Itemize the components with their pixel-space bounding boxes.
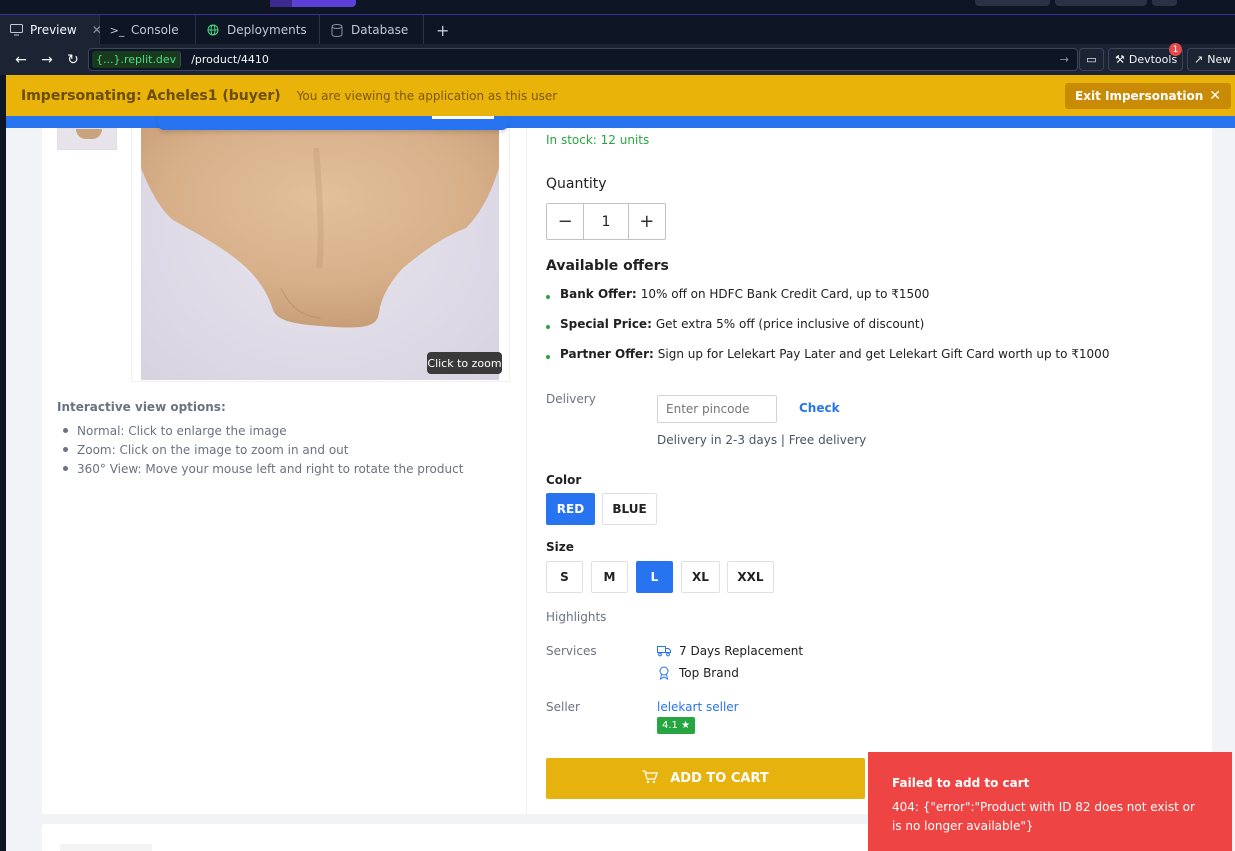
seller-rating-badge: 4.1 ★ [657, 717, 696, 734]
service-text: 7 Days Replacement [679, 644, 804, 658]
image-toolbar-overlay [158, 116, 508, 130]
add-tab-button[interactable]: + [424, 15, 461, 45]
add-to-cart-label: ADD TO CART [670, 771, 769, 786]
back-icon[interactable]: ← [8, 47, 34, 73]
size-option-xl[interactable]: XL [681, 561, 720, 593]
go-arrow-icon[interactable]: → [1060, 53, 1069, 66]
highlights-label: Highlights [546, 610, 607, 624]
tab-console[interactable]: >_ Console [100, 15, 196, 45]
top-control[interactable] [975, 0, 1050, 6]
tab-label: Preview [30, 23, 77, 37]
window-top-strip [0, 0, 1235, 14]
services-label: Services [546, 644, 597, 658]
cart-icon [642, 769, 659, 788]
interactive-view-list: Normal: Click to enlarge the image Zoom:… [57, 421, 463, 478]
exit-label: Exit Impersonation [1075, 89, 1204, 103]
exit-impersonation-button[interactable]: Exit Impersonation ✕ [1065, 83, 1231, 109]
service-item: Top Brand [657, 666, 739, 680]
offer-text: Sign up for Lelekart Pay Later and get L… [657, 347, 1110, 361]
quantity-label: Quantity [546, 176, 607, 192]
new-tab-label: New [1207, 53, 1232, 66]
offer-name: Bank Offer: [560, 287, 637, 301]
devtools-label: Devtools [1128, 53, 1178, 66]
check-button[interactable]: Check [799, 401, 840, 415]
service-text: Top Brand [679, 666, 739, 680]
tab-preview[interactable]: Preview ✕ [0, 15, 102, 45]
devtools-badge: 1 [1169, 43, 1182, 56]
device-icon[interactable]: ▭ [1079, 48, 1104, 71]
new-tab-button[interactable]: ↗ New [1187, 48, 1235, 71]
pincode-input[interactable] [657, 395, 777, 423]
increment-button[interactable]: + [629, 204, 665, 239]
reload-icon[interactable]: ↻ [60, 47, 86, 73]
close-icon: ✕ [1209, 88, 1221, 104]
tab-deployments[interactable]: Deployments [196, 15, 320, 45]
seller-label: Seller [546, 700, 580, 714]
active-indicator-left [270, 0, 292, 7]
quantity-stepper: − 1 + [546, 203, 666, 240]
impersonation-title: Impersonating: Acheles1 (buyer) [21, 87, 281, 104]
size-option-xxl[interactable]: XXL [727, 561, 774, 593]
delivery-info: Delivery in 2-3 days | Free delivery [657, 433, 867, 447]
url-bar: ← → ↻ {...}.replit.dev /product/4410 → ▭… [0, 43, 1235, 75]
impersonation-banner: Impersonating: Acheles1 (buyer) You are … [6, 75, 1235, 116]
offer-text: 10% off on HDFC Bank Credit Card, up to … [640, 287, 930, 301]
truck-icon [657, 644, 671, 658]
left-edge [0, 75, 6, 851]
add-to-cart-button[interactable]: ADD TO CART [546, 758, 865, 799]
url-input[interactable]: {...}.replit.dev /product/4410 → [88, 48, 1078, 71]
impersonation-subtitle: You are viewing the application as this … [296, 88, 558, 103]
size-option-l[interactable]: L [636, 561, 673, 593]
size-option-m[interactable]: M [591, 561, 628, 593]
offer-text: Get extra 5% off (price inclusive of dis… [655, 317, 925, 331]
zoom-tooltip: Click to zoom [427, 352, 502, 374]
tab-label: Database [351, 23, 409, 37]
list-item: 360° View: Move your mouse left and righ… [57, 459, 463, 478]
url-domain: {...}.replit.dev [92, 51, 182, 68]
list-item: Zoom: Click on the image to zoom in and … [57, 440, 463, 459]
offer-item: Bank Offer: 10% off on HDFC Bank Credit C… [546, 285, 1109, 315]
product-image[interactable] [141, 128, 499, 380]
offer-item: Special Price: Get extra 5% off (price in… [546, 315, 1109, 345]
size-label: Size [546, 540, 574, 554]
wrench-icon: ⚒ [1115, 53, 1125, 66]
offer-item: Partner Offer: Sign up for Lelekart Pay L… [546, 345, 1109, 375]
color-option-blue[interactable]: BLUE [602, 493, 657, 525]
service-item: 7 Days Replacement [657, 644, 803, 658]
offer-name: Special Price: [560, 317, 652, 331]
seller-link[interactable]: lelekart seller [657, 700, 739, 714]
decrement-button[interactable]: − [547, 204, 583, 239]
color-option-red[interactable]: RED [546, 493, 595, 525]
error-toast[interactable]: Failed to add to cart 404: {"error":"Pro… [868, 752, 1232, 851]
globe-icon [206, 23, 220, 37]
toast-message: 404: {"error":"Product with ID 82 does n… [892, 800, 1195, 833]
interactive-view-title: Interactive view options: [57, 400, 226, 414]
top-control[interactable] [1152, 0, 1177, 6]
award-icon [657, 666, 671, 680]
toast-title: Failed to add to cart [892, 776, 1030, 790]
monitor-icon [10, 23, 23, 37]
offers-title: Available offers [546, 258, 669, 274]
top-control[interactable] [1055, 0, 1147, 6]
terminal-icon: >_ [109, 23, 125, 37]
quantity-value[interactable]: 1 [583, 204, 629, 239]
tab-label: Deployments [227, 23, 307, 37]
tab-label: Console [131, 23, 179, 37]
url-path: /product/4410 [191, 53, 269, 66]
devtools-button[interactable]: ⚒ Devtools 1 [1108, 43, 1183, 71]
product-thumbnail[interactable] [57, 128, 117, 150]
size-option-s[interactable]: S [546, 561, 583, 593]
tab-database[interactable]: Database [320, 15, 424, 45]
column-divider [526, 128, 527, 814]
external-link-icon: ↗ [1194, 53, 1204, 66]
list-item: Normal: Click to enlarge the image [57, 421, 463, 440]
offer-name: Partner Offer: [560, 347, 654, 361]
ide-tab-bar: Preview ✕ >_ Console Deployments Databas… [0, 14, 1235, 45]
forward-icon[interactable]: → [34, 47, 60, 73]
color-label: Color [546, 473, 582, 487]
stock-status: In stock: 12 units [546, 133, 650, 147]
delivery-label: Delivery [546, 392, 596, 406]
database-icon [330, 23, 344, 37]
offers-list: Bank Offer: 10% off on HDFC Bank Credit C… [546, 285, 1109, 375]
